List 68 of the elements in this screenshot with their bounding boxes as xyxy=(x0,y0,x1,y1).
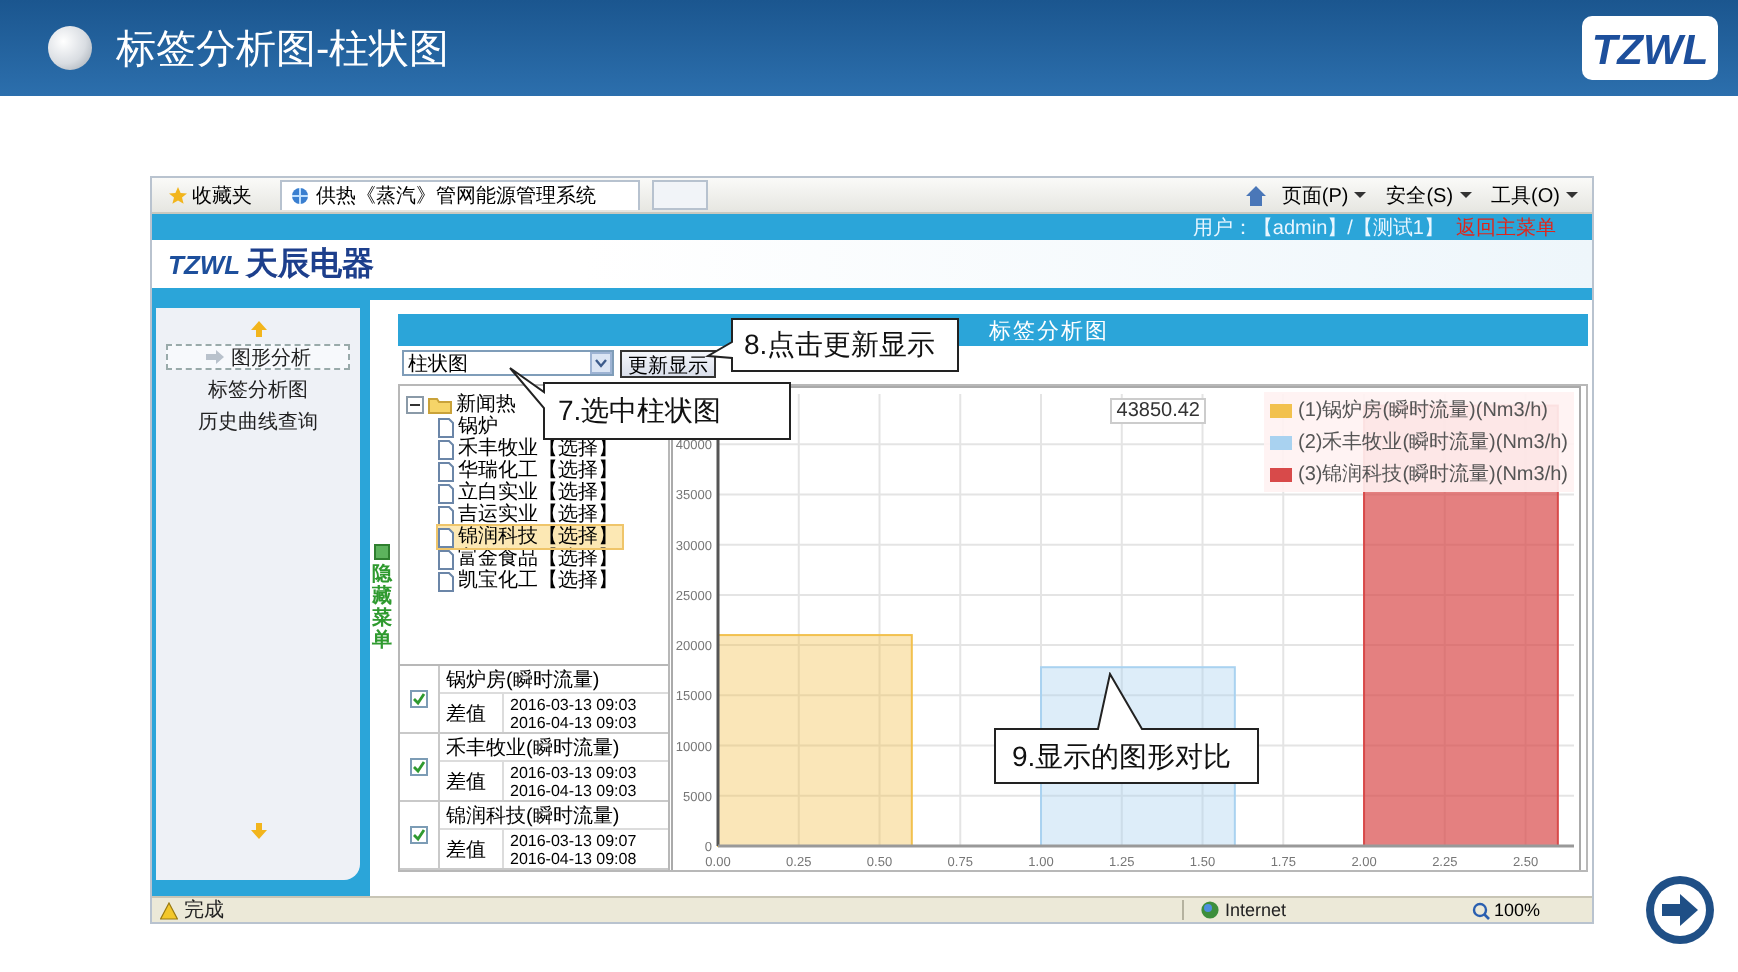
tag-name: 禾丰牧业(瞬时流量) xyxy=(440,734,668,762)
arrow-icon xyxy=(205,350,223,364)
date-text: 2016-03-13 09:07 xyxy=(510,831,639,849)
legend-label: (3)锦润科技(瞬时流量)(Nm3/h) xyxy=(1298,461,1568,488)
table-cell: 差值 xyxy=(440,762,504,800)
menu-button[interactable]: 安全(S) xyxy=(1380,181,1478,209)
sidebar-item[interactable]: 标签分析图 xyxy=(166,376,350,402)
date-text: 2016-03-13 09:03 xyxy=(510,695,639,713)
tree-item[interactable]: 锅炉 xyxy=(438,416,502,438)
hide-menu-toggle[interactable]: 隐藏菜单 xyxy=(372,564,392,652)
check-icon xyxy=(412,828,426,842)
hide-icon xyxy=(374,544,390,560)
favorites-button[interactable]: 收藏夹 xyxy=(160,180,260,210)
browser-tab[interactable]: 供热《蒸汽》管网能源管理系统 xyxy=(280,180,640,210)
next-button[interactable] xyxy=(1642,872,1718,948)
company-logo: TZWL xyxy=(1582,12,1722,84)
globe-icon xyxy=(1200,900,1221,920)
date-text: 2016-04-13 09:03 xyxy=(510,713,639,731)
tree-item[interactable]: 吉运实业【选择】 xyxy=(438,504,622,526)
warning-icon xyxy=(160,901,178,919)
tag-name: 锅炉房(瞬时流量) xyxy=(440,666,668,694)
checkbox[interactable] xyxy=(410,690,428,708)
tooltip: 43850.42 xyxy=(1110,398,1206,424)
caret-icon xyxy=(1459,192,1472,198)
brand-name: 天辰电器 xyxy=(246,243,375,285)
tree-item[interactable]: 华瑞化工【选择】 xyxy=(438,460,622,482)
sidebar-item[interactable]: 历史曲线查询 xyxy=(166,408,350,434)
magnifier-icon xyxy=(1471,901,1490,919)
tree-item[interactable]: 立白实业【选择】 xyxy=(438,482,622,504)
tree-item[interactable]: 锦润科技【选择】 xyxy=(438,526,622,548)
date-text: 2016-04-13 09:08 xyxy=(510,849,639,867)
table-cell: 差值 xyxy=(440,830,504,868)
tag-name: 锦润科技(瞬时流量) xyxy=(440,802,668,830)
tree-item[interactable]: 凯宝化工【选择】 xyxy=(438,570,622,592)
star-icon xyxy=(168,185,188,205)
up-arrow-icon xyxy=(249,320,267,338)
callout: 8.点击更新显示 xyxy=(704,318,960,372)
sidebar-item[interactable]: 图形分析 xyxy=(166,344,350,370)
menu-button[interactable]: 工具(O) xyxy=(1485,181,1584,209)
checkbox[interactable] xyxy=(410,758,428,776)
down-arrow-icon xyxy=(249,822,267,840)
bullet-icon xyxy=(48,26,92,70)
caret-icon xyxy=(1354,192,1367,198)
caret-icon xyxy=(1566,192,1578,198)
check-icon xyxy=(412,760,426,774)
checkbox[interactable] xyxy=(410,826,428,844)
check-icon xyxy=(412,692,426,706)
zone-text: Internet xyxy=(1224,900,1286,920)
folder-icon xyxy=(428,396,452,414)
status-text: 完成 xyxy=(184,897,224,924)
dropdown-caret-icon xyxy=(590,352,612,374)
globe-icon xyxy=(290,186,310,206)
update-button[interactable]: 更新显示 xyxy=(620,349,716,377)
tree-label[interactable]: 新闻热 xyxy=(456,394,516,416)
logo-text: TZWL xyxy=(168,249,241,279)
user-info: 用户：【admin】/【测试1】 xyxy=(1192,215,1444,241)
date-text: 2016-03-13 09:03 xyxy=(510,763,639,781)
callout: 9.显示的图形对比 xyxy=(994,672,1260,784)
collapse-icon[interactable] xyxy=(406,396,424,414)
chart-type-select[interactable]: 柱状图 xyxy=(402,350,614,376)
home-icon xyxy=(1243,184,1268,206)
legend-label: (1)锅炉房(瞬时流量)(Nm3/h) xyxy=(1298,397,1548,424)
zoom-button[interactable]: 100% xyxy=(1471,900,1540,920)
menu-button[interactable]: 页面(P) xyxy=(1275,181,1373,209)
table-cell: 差值 xyxy=(440,694,504,732)
date-text: 2016-04-13 09:03 xyxy=(510,781,639,799)
legend-label: (2)禾丰牧业(瞬时流量)(Nm3/h) xyxy=(1298,429,1568,456)
slide-title: 标签分析图-柱状图 xyxy=(116,25,452,75)
